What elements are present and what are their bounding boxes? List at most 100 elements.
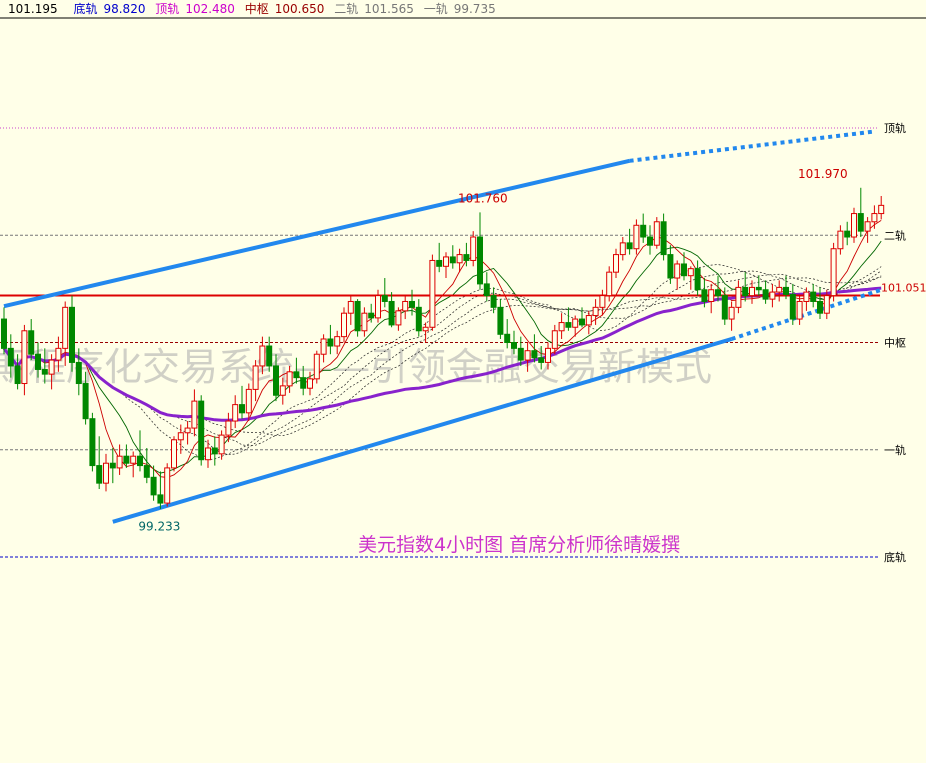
candle-body-53 (361, 312, 368, 332)
candle-body-4 (28, 330, 35, 355)
candle-body-12 (82, 383, 89, 420)
candle-body-54 (368, 312, 375, 319)
candle-body-91 (619, 242, 626, 256)
price-annotation-2: 99.233 (138, 520, 180, 534)
candle-body-66 (449, 256, 456, 264)
price-chart[interactable]: 顶轨二轨中枢一轨底轨期程序化交易系统——引领金融交易新模式101.051101.… (0, 0, 926, 763)
candle-body-93 (633, 224, 640, 250)
support-line-label: 101.051 (881, 281, 926, 294)
candle-body-44 (300, 377, 307, 389)
candle-body-67 (456, 254, 463, 264)
candle-body-110 (749, 286, 755, 297)
candle-body-32 (218, 434, 225, 455)
candle-body-87 (592, 306, 599, 317)
candle-body-56 (381, 295, 388, 302)
candle-body-74 (504, 333, 511, 343)
candle-body-47 (320, 338, 327, 355)
candle-body-81 (551, 330, 558, 349)
candle-body-19 (130, 455, 137, 464)
chart-window: 101.195 底轨 98.820 顶轨 102.480 中枢 100.650 二轨 1… (0, 0, 926, 763)
candle-body-76 (517, 347, 524, 361)
price-annotation-1: 101.970 (798, 167, 848, 181)
candle-body-117 (796, 300, 803, 320)
candle-body-124 (844, 230, 851, 238)
candle-body-14 (96, 465, 103, 484)
level-label-3: 一轨 (884, 443, 906, 457)
candle-body-3 (21, 330, 28, 385)
candle-body-6 (41, 368, 48, 375)
trendline-1 (629, 129, 875, 163)
candle-body-62 (422, 326, 429, 332)
candle-body-33 (225, 420, 232, 436)
candle-body-105 (715, 289, 721, 297)
candle-body-10 (69, 306, 75, 363)
candle-body-125 (851, 213, 857, 238)
candle-body-8 (55, 347, 62, 361)
candle-body-18 (123, 455, 130, 464)
candle-body-89 (606, 271, 613, 297)
candle-body-45 (307, 378, 313, 389)
candle-body-101 (687, 268, 694, 277)
candle-body-49 (334, 336, 341, 347)
candle-body-21 (143, 465, 150, 478)
candle-body-69 (470, 236, 477, 261)
candle-body-39 (266, 345, 273, 367)
candle-body-24 (164, 467, 171, 504)
candle-body-97 (660, 221, 667, 256)
candle-body-0 (1, 318, 7, 349)
candle-body-38 (259, 345, 266, 367)
candle-body-104 (708, 289, 715, 302)
candle-body-63 (429, 259, 436, 328)
candle-body-99 (674, 263, 681, 279)
candle-body-7 (48, 359, 55, 375)
candle-body-75 (511, 342, 517, 349)
candle-body-59 (402, 300, 409, 312)
candle-body-58 (395, 310, 402, 326)
candle-body-20 (137, 455, 143, 467)
candle-body-98 (667, 254, 674, 279)
chart-caption: 美元指数4小时图 首席分析师徐晴媛撰 (358, 534, 680, 556)
candle-body-43 (293, 371, 300, 379)
candle-body-114 (776, 286, 783, 293)
candle-body-122 (830, 248, 837, 297)
candle-body-129 (878, 204, 885, 215)
candle-body-109 (742, 286, 749, 297)
candle-body-31 (211, 447, 218, 455)
candle-body-48 (327, 338, 334, 347)
candle-body-25 (171, 439, 177, 469)
candle-body-118 (803, 291, 810, 302)
candle-body-73 (497, 306, 504, 335)
trendline-0 (3, 158, 631, 309)
candle-body-51 (347, 300, 354, 314)
candle-body-42 (286, 371, 293, 387)
level-label-0: 顶轨 (884, 121, 906, 135)
candle-body-68 (463, 254, 470, 261)
candle-body-23 (157, 494, 164, 504)
candle-body-37 (252, 365, 259, 390)
candle-body-120 (817, 300, 823, 314)
candle-body-113 (769, 291, 776, 300)
candle-body-35 (239, 404, 245, 414)
candle-body-34 (232, 404, 239, 422)
candle-body-102 (694, 268, 701, 291)
candle-body-94 (640, 224, 647, 238)
candle-body-57 (388, 300, 395, 326)
candle-body-52 (354, 300, 361, 332)
candle-body-128 (871, 213, 878, 223)
candle-body-121 (823, 295, 830, 314)
candle-body-64 (436, 259, 443, 267)
candle-body-71 (483, 283, 490, 297)
candle-body-13 (89, 418, 96, 467)
candle-body-85 (579, 318, 585, 326)
candle-body-126 (857, 213, 864, 232)
candle-body-100 (681, 263, 687, 277)
candle-body-95 (647, 236, 653, 246)
candle-body-103 (701, 289, 708, 302)
candle-body-16 (109, 462, 116, 469)
candle-body-82 (558, 322, 565, 332)
candle-body-46 (313, 353, 320, 380)
candle-body-50 (341, 312, 347, 338)
price-annotation-0: 101.760 (458, 191, 508, 205)
candle-body-65 (443, 256, 449, 267)
candle-body-107 (728, 306, 735, 320)
